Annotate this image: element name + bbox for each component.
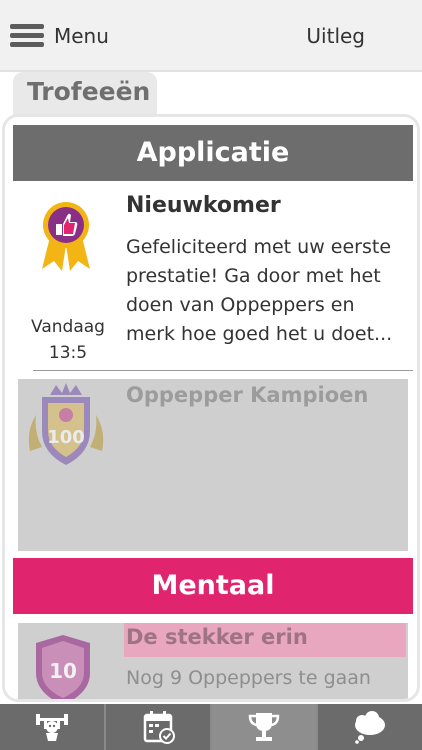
- trophy-icon: [248, 713, 280, 741]
- badge-number: 10: [49, 659, 77, 683]
- calendar-check-icon: [143, 711, 175, 744]
- hamburger-icon: [10, 22, 44, 50]
- exercise-icon: [36, 714, 68, 741]
- help-button[interactable]: Uitleg: [306, 24, 365, 48]
- trophy-description: Gefeliciteerd met uw eerste prestatie! G…: [126, 236, 393, 345]
- crown-shield-100-icon: 100: [28, 383, 104, 465]
- trophy-date-day: Vandaag: [31, 317, 105, 337]
- thought-cloud-icon: [355, 711, 385, 744]
- menu-button[interactable]: Menu: [10, 18, 109, 54]
- trophies-card[interactable]: Applicatie Vandaag 13:5 Nieuwkomer Gefel…: [2, 114, 420, 702]
- trophy-item-nieuwkomer[interactable]: Vandaag 13:5 Nieuwkomer Gefeliciteerd me…: [18, 181, 408, 373]
- trophy-title: Nieuwkomer: [126, 193, 281, 218]
- trophy-date: Vandaag 13:5: [18, 314, 118, 366]
- trophy-item-de-stekker-erin[interactable]: 10 De stekker erin Nog 9 Oppeppers te ga…: [18, 623, 408, 699]
- page-title-tab: Trofeeën: [13, 72, 157, 116]
- trophy-progress-text: Nog 9 Oppeppers te gaan: [126, 667, 371, 689]
- badge-number: 100: [47, 427, 85, 448]
- thumbs-up-medal-icon: [42, 202, 90, 271]
- nav-item-calendar[interactable]: [106, 704, 212, 750]
- shield-10-icon: 10: [36, 635, 90, 699]
- trophy-item-oppepper-kampioen[interactable]: 100 Oppepper Kampioen: [18, 379, 408, 551]
- menu-label: Menu: [54, 24, 109, 48]
- page-title: Trofeeën: [27, 77, 151, 106]
- trophy-title: De stekker erin: [126, 625, 308, 649]
- section-header-applicatie: Applicatie: [13, 125, 413, 181]
- bottom-nav: [0, 704, 422, 750]
- nav-item-trophies[interactable]: [212, 704, 318, 750]
- trophy-date-time: 13:5: [48, 343, 88, 363]
- top-bar: Menu Uitleg: [0, 0, 422, 72]
- nav-item-thoughts[interactable]: [318, 704, 422, 750]
- nav-item-exercise[interactable]: [0, 704, 106, 750]
- divider: [33, 370, 413, 371]
- section-header-mentaal: Mentaal: [13, 558, 413, 614]
- trophy-title: Oppepper Kampioen: [126, 383, 369, 407]
